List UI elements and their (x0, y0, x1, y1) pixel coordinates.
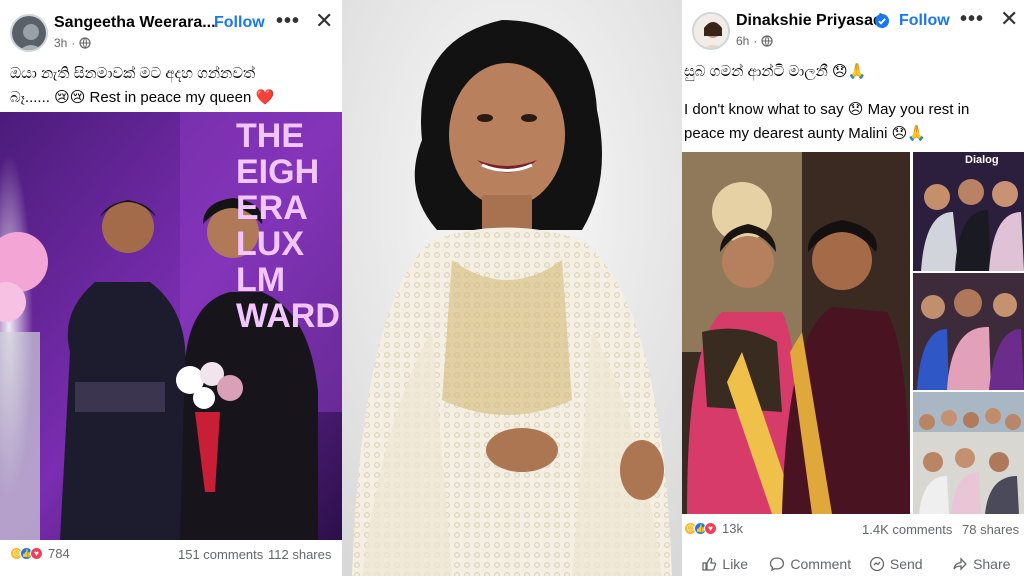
post-text-line: බෑ...... 😢😢 Rest in peace my queen ❤️ (10, 89, 275, 106)
banner-line: ERA (236, 189, 308, 227)
post-actions-bar: Like Comment Send Share (682, 552, 1024, 576)
reaction-summary[interactable]: ☹ 👍 ♥ 784 (10, 546, 70, 561)
comments-count[interactable]: 1.4K comments (862, 522, 952, 537)
post-text-line: සුබ ගමන් ආන්ටි මාලනී 😞🙏 (684, 63, 867, 80)
banner-line: LM (236, 261, 286, 299)
send-label: Send (889, 556, 923, 572)
banner-line: EIGH (236, 153, 320, 191)
banner-text: THE EIGH ERA LUX LM WARD (236, 118, 340, 334)
shares-count[interactable]: 78 shares (962, 522, 1019, 537)
post-text-line: I don't know what to say 😞 May you rest … (684, 101, 970, 118)
banner-line: THE (236, 117, 304, 155)
like-button[interactable]: Like (682, 552, 768, 576)
avatar[interactable] (10, 14, 48, 52)
follow-button[interactable]: Follow (214, 14, 265, 32)
post-photo-thumb[interactable] (913, 273, 1024, 390)
globe-icon (79, 37, 91, 49)
banner-line: WARD (236, 297, 340, 335)
post-photo-main[interactable] (682, 152, 910, 514)
author-name[interactable]: Sangeetha Weerara... (54, 14, 216, 32)
comments-count[interactable]: 151 comments (178, 547, 263, 562)
post-text: ඔයා නැති සිනමාවක් මට අදහ ගන්නවත් බෑ.....… (10, 62, 334, 110)
love-reaction-icon: ♥ (30, 547, 43, 560)
close-icon[interactable]: ✕ (1000, 6, 1018, 32)
more-options-icon[interactable]: ••• (276, 10, 300, 33)
post-text-line: peace my dearest aunty Malini 😞🙏 (684, 125, 926, 142)
globe-icon (761, 35, 773, 47)
share-button[interactable]: Share (939, 552, 1024, 576)
comment-icon (770, 557, 785, 572)
follow-button[interactable]: Follow (899, 12, 950, 30)
avatar[interactable] (692, 12, 730, 50)
left-post: Sangeetha Weerara... Follow 3h · ••• ✕ ඔ… (0, 0, 342, 576)
like-icon (702, 557, 717, 571)
post-stats: ☹ 👍 ♥ 784 151 comments 112 shares (0, 542, 342, 568)
author-name[interactable]: Dinakshie Priyasad (736, 12, 883, 30)
post-meta: 3h · (54, 36, 91, 50)
post-text-line: ඔයා නැති සිනමාවක් මට අදහ ගන්නවත් (10, 65, 256, 82)
share-icon (953, 557, 967, 571)
dialog-logo-text: Dialog (965, 154, 999, 166)
comment-label: Comment (790, 556, 852, 572)
send-button[interactable]: Send (853, 552, 939, 576)
post-stats: ☹ 👍 ♥ 13k 1.4K comments 78 shares (682, 517, 1024, 543)
post-text: සුබ ගමන් ආන්ටි මාලනී 😞🙏 I don't know wha… (684, 60, 1016, 146)
comment-button[interactable]: Comment (768, 552, 854, 576)
love-reaction-icon: ♥ (704, 522, 717, 535)
share-label: Share (973, 556, 1011, 572)
post-header: Sangeetha Weerara... Follow 3h · ••• ✕ (0, 0, 342, 58)
banner-line: LUX (236, 225, 304, 263)
right-post: Dinakshie Priyasad Follow 6h · ••• ✕ සුබ… (682, 0, 1024, 576)
close-icon[interactable]: ✕ (315, 8, 333, 34)
shares-count[interactable]: 112 shares (268, 547, 331, 562)
reaction-count: 13k (722, 521, 743, 536)
post-photo-thumb[interactable] (913, 392, 1024, 514)
center-portrait-photo (342, 0, 682, 576)
like-label: Like (722, 556, 749, 572)
more-options-icon[interactable]: ••• (960, 8, 984, 31)
reaction-summary[interactable]: ☹ 👍 ♥ 13k (684, 521, 743, 536)
send-icon (869, 556, 885, 572)
post-photo[interactable]: THE EIGH ERA LUX LM WARD (0, 112, 342, 540)
post-photo-thumb[interactable]: Dialog (913, 152, 1024, 271)
post-time[interactable]: 6h (736, 34, 749, 48)
reaction-count: 784 (48, 546, 70, 561)
verified-badge-icon (875, 14, 889, 28)
post-meta: 6h · (736, 34, 773, 48)
post-header: Dinakshie Priyasad Follow 6h · ••• ✕ (682, 0, 1024, 58)
post-time[interactable]: 3h (54, 36, 67, 50)
